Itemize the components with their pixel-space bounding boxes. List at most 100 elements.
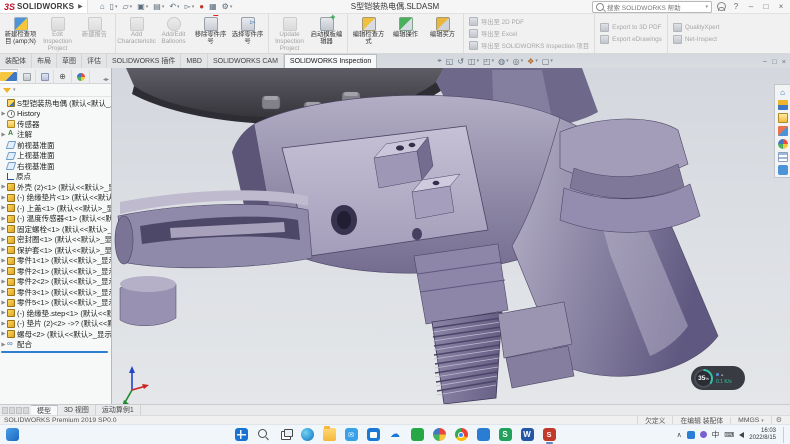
tree-item[interactable]: ▶(-) 绝缘垫片<1> (默认<<默认>_显 [0, 193, 111, 204]
taskbar-clock[interactable]: 16:03 2022/8/15 [749, 428, 776, 441]
export-edrawings-button[interactable]: Export eDrawings [600, 35, 662, 44]
undo-icon[interactable]: ↶▾ [169, 2, 179, 11]
open-icon[interactable]: ▱▾ [123, 2, 133, 11]
tab-assembly[interactable]: 装配体 [0, 54, 32, 68]
expand-arrow-icon[interactable]: ▶ [0, 300, 7, 306]
expand-arrow-icon[interactable]: ▶ [0, 321, 7, 327]
expand-arrow-icon[interactable]: ▶ [0, 289, 7, 295]
view-orientation-icon[interactable]: ◰▾ [483, 57, 494, 66]
expand-arrow-icon[interactable]: ▶ [0, 237, 7, 243]
menu-flyout-icon[interactable]: ▶ [78, 3, 83, 10]
solidworks-logo[interactable]: 3S SOLIDWORKS ▶ [0, 0, 88, 13]
export-inspection-project-button[interactable]: 导出至 SOLIDWORKS Inspection 项目 [469, 41, 589, 50]
expand-arrow-icon[interactable]: ▶ [0, 111, 7, 117]
qualityxpert-button[interactable]: QualityXpert [673, 23, 720, 32]
expand-arrow-icon[interactable]: ▶ [0, 195, 7, 201]
zoom-area-icon[interactable]: ◱ [446, 57, 454, 66]
doc-tab-motion-study[interactable]: 运动算例1 [96, 405, 141, 415]
tree-item-mates[interactable]: ▶配合 [0, 340, 111, 351]
tree-item[interactable]: ▶(-) 上盖<1> (默认<<默认>_显示状 [0, 203, 111, 214]
view-palette-icon[interactable] [778, 126, 788, 136]
rollback-bar[interactable] [1, 351, 108, 353]
tree-item[interactable]: ▶固定螺栓<1> (默认<<默认>_显示 [0, 224, 111, 235]
expand-arrow-icon[interactable]: ▶ [0, 216, 7, 222]
widgets-icon[interactable] [6, 428, 19, 441]
edit-inspection-project-button[interactable]: Edit Inspection Project [39, 16, 76, 52]
performance-overlay[interactable]: 35% ▴ 0.1 K/s [691, 366, 745, 390]
new-document-icon[interactable]: ▯▾ [110, 2, 118, 11]
tree-item[interactable]: ▶上视基准面 [0, 151, 111, 162]
edit-inspection-methods-button[interactable]: 编辑检查方式 [350, 16, 387, 46]
tree-item[interactable]: ▶History [0, 109, 111, 120]
tree-item[interactable]: ▶(-) 垫片 (2)<2> ->? (默认<<默认> [0, 319, 111, 330]
doc-minimize-icon[interactable]: − [763, 57, 767, 66]
print-icon[interactable]: ▤▾ [153, 2, 164, 11]
panel-tabs-overflow-icon[interactable]: ◂▸ [103, 76, 111, 83]
export-3d-pdf-button[interactable]: Export to 3D PDF [600, 23, 662, 32]
expand-arrow-icon[interactable]: ▶ [0, 268, 7, 274]
expand-arrow-icon[interactable]: ▶ [0, 247, 7, 253]
speaker-icon[interactable] [739, 432, 744, 438]
expand-arrow-icon[interactable]: ▶ [0, 279, 7, 285]
taskbar-search-icon[interactable] [257, 428, 270, 441]
select-icon[interactable]: ▻▾ [185, 2, 195, 11]
tree-item[interactable]: ▶(-) 温度传感器<1> (默认<<默认>_ [0, 214, 111, 225]
minimize-button[interactable]: – [746, 2, 756, 11]
tab-configurationmanager[interactable] [36, 70, 54, 83]
view-settings-icon[interactable]: ▢▾ [542, 57, 553, 66]
tab-dimxpertmanager[interactable]: ⊕ [54, 70, 72, 83]
start-button-icon[interactable] [235, 428, 248, 441]
home-icon[interactable]: ⌂ [100, 2, 105, 11]
word-icon[interactable]: W [521, 428, 534, 441]
tree-item[interactable]: ▶零件2<1> (默认<<默认>_显示状 [0, 266, 111, 277]
tab-mbd[interactable]: MBD [181, 54, 208, 68]
help-button[interactable]: ? [731, 2, 741, 11]
edit-operations-button[interactable]: 编辑操作 [387, 16, 424, 39]
visibility-icon[interactable]: ● [199, 2, 204, 11]
solidworks-resources-icon[interactable]: ⌂ [778, 87, 788, 97]
tree-item[interactable]: ▶保护套<1> (默认<<默认>_显示状 [0, 245, 111, 256]
hide-show-items-icon[interactable]: ◎▾ [513, 57, 524, 66]
expand-arrow-icon[interactable]: ▶ [0, 258, 7, 264]
edit-buyers-button[interactable]: 编辑买方 [424, 16, 461, 39]
status-options-icon[interactable]: ⚙ [771, 416, 786, 424]
update-inspection-project-button[interactable]: Update Inspection Project [271, 16, 308, 52]
doc-tab-scroll-buttons[interactable] [0, 405, 31, 415]
tree-item[interactable]: ▶注解 [0, 130, 111, 141]
scroll-last-icon[interactable] [23, 407, 29, 414]
search-dropdown-icon[interactable]: ▾ [705, 4, 708, 10]
filter-dropdown-icon[interactable]: ▾ [13, 87, 16, 93]
edge-icon[interactable] [301, 428, 314, 441]
add-edit-balloons-button[interactable]: Add/Edit Balloons [155, 16, 192, 46]
tree-item[interactable]: ▶零件5<1> (默认<<默认>_显示状态 [0, 298, 111, 309]
custom-properties-icon[interactable] [778, 152, 788, 162]
solidworks-taskbar-icon[interactable]: S [543, 428, 556, 441]
status-units-selector[interactable]: MMGS ▾ [730, 417, 771, 424]
chrome-icon[interactable] [455, 428, 468, 441]
photos-icon[interactable] [433, 428, 446, 441]
tree-item[interactable]: ▶传感器 [0, 119, 111, 130]
tab-featuremanager-tree[interactable] [0, 69, 18, 83]
design-library-icon[interactable] [778, 100, 788, 110]
new-report-button[interactable]: 新建报告 [76, 16, 113, 39]
expand-arrow-icon[interactable]: ▶ [0, 226, 7, 232]
forum-icon[interactable] [778, 165, 788, 175]
net-inspect-button[interactable]: Net-Inspect [673, 35, 720, 44]
green-app-icon[interactable] [411, 428, 424, 441]
tree-item[interactable]: ▶螺母<2> (默认<<默认>_显示状态 [0, 329, 111, 340]
select-balloons-button[interactable]: 选择零件序号 [229, 16, 266, 46]
tab-propertymanager[interactable] [18, 70, 36, 83]
zoom-fit-icon[interactable]: ⌖ [437, 56, 442, 66]
mail-icon[interactable]: ✉ [345, 428, 358, 441]
onedrive-icon[interactable]: ☁ [389, 428, 402, 441]
tree-item[interactable]: ▶零件3<1> (默认<<默认>_显示状 [0, 287, 111, 298]
tab-evaluate[interactable]: 评估 [82, 54, 107, 68]
appearances-icon[interactable]: ❖▾ [527, 57, 538, 66]
tree-item[interactable]: ▶外壳 (2)<1> (默认<<默认>_显示状 [0, 182, 111, 193]
tab-displaymanager[interactable] [72, 70, 90, 83]
add-characteristic-button[interactable]: Add Characteristic [118, 16, 155, 46]
appearances-scenes-icon[interactable] [778, 139, 788, 149]
scroll-first-icon[interactable] [2, 407, 8, 414]
expand-arrow-icon[interactable]: ▶ [0, 205, 7, 211]
tab-inspection[interactable]: SOLIDWORKS Inspection [284, 54, 377, 68]
